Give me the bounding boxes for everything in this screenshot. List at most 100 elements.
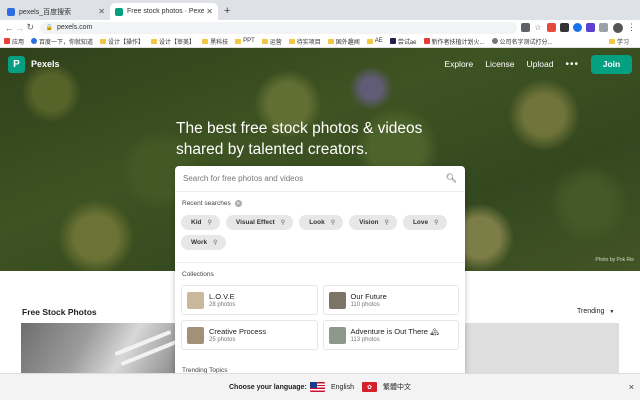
bookmark-author[interactable]: 新作者扶植计划火... (423, 37, 485, 46)
bookmark-folder[interactable]: PPT (235, 38, 255, 44)
tab-close-icon[interactable]: ✕ (206, 7, 213, 16)
folder-icon (288, 38, 295, 44)
reload-icon[interactable]: ↻ (25, 22, 36, 33)
extension-purple-icon[interactable] (586, 23, 596, 32)
pexels-favicon-icon (115, 7, 123, 16)
browser-tab-baidu[interactable]: pexels_百度搜索 ✕ (2, 3, 110, 20)
language-bar: Choose your language: English ✿ 繁體中文 × (0, 373, 640, 400)
folder-icon (327, 38, 334, 44)
recent-searches-header: Recent searches ✕ (175, 200, 465, 207)
collections-header: Collections (175, 271, 465, 278)
bookmark-star-icon[interactable]: ☆ (534, 23, 543, 32)
headline-line-1: The best free stock photos & videos (176, 120, 423, 137)
browser-menu-icon[interactable]: ⋮ (627, 22, 636, 33)
bookmark-folder[interactable]: 国外趣闻 (327, 37, 360, 46)
new-tab-button[interactable]: + (218, 3, 236, 20)
translate-extension-icon[interactable] (521, 23, 531, 32)
browser-tab-bar: pexels_百度搜索 ✕ Free stock photos · Pexels… (0, 0, 640, 20)
photo-credit[interactable]: Photo by Pok Rie (595, 257, 634, 263)
address-bar[interactable]: 🔒 pexels.com (39, 21, 518, 34)
section-title: Free Stock Photos (22, 307, 97, 317)
close-icon[interactable]: × (629, 382, 634, 392)
search-icon: ⚲ (213, 240, 218, 246)
folder-icon (366, 38, 373, 44)
language-name: 繁體中文 (383, 384, 411, 391)
collection-name: L.O.V.E (209, 292, 235, 301)
bookmark-folder[interactable]: AE (366, 38, 383, 44)
recent-chip[interactable]: Work ⚲ (181, 235, 226, 250)
extension-dark-icon[interactable] (560, 23, 570, 32)
collection-card[interactable]: L.O.V.E 28 photos (181, 285, 318, 315)
recent-chip[interactable]: Kid ⚲ (181, 215, 220, 230)
extension-red-icon[interactable] (547, 23, 557, 32)
bookmark-study[interactable]: 学习 (608, 37, 629, 46)
language-option-english[interactable]: English (310, 382, 354, 392)
bookmark-folder[interactable]: 设计【审美】 (151, 37, 195, 46)
folder-icon (151, 38, 158, 44)
recent-chip[interactable]: Visual Effect ⚲ (225, 215, 294, 230)
chip-label: Love (412, 219, 429, 226)
pexels-logo-icon[interactable]: P (8, 55, 25, 73)
bookmark-folder[interactable]: 设计【操作】 (100, 37, 144, 46)
bookmark-label: 公司名字测试打分... (499, 39, 553, 46)
bookmark-ae[interactable]: 尝试ae (389, 37, 417, 46)
collection-card[interactable]: Adventure is Out There 🏔 113 photos (322, 320, 459, 350)
nav-explore[interactable]: Explore (444, 59, 473, 69)
recent-searches-label: Recent searches (182, 200, 231, 207)
search-icon[interactable]: 🔍︎ (446, 173, 457, 184)
bookmark-label: 国外趣闻 (335, 39, 360, 46)
forward-icon[interactable]: → (15, 23, 26, 33)
tab-close-icon[interactable]: ✕ (98, 7, 105, 16)
collection-thumbnail (187, 291, 204, 309)
sort-value: Trending (577, 308, 605, 315)
recent-chip[interactable]: Look ⚲ (299, 215, 344, 230)
extension-gray-icon[interactable] (599, 23, 609, 32)
join-button[interactable]: Join (591, 54, 632, 74)
main-nav: Explore License Upload ••• Join (432, 54, 632, 74)
browser-tab-pexels[interactable]: Free stock photos · Pexels ✕ (110, 3, 218, 20)
language-option-traditional-chinese[interactable]: ✿ 繁體中文 (362, 382, 411, 392)
pexels-logo-text[interactable]: Pexels (31, 59, 60, 69)
bookmark-label: 应用 (12, 39, 25, 46)
chip-label: Work (191, 239, 208, 246)
search-icon: ⚲ (434, 220, 439, 226)
more-menu-icon[interactable]: ••• (565, 59, 579, 70)
bookmark-folder[interactable]: 运营 (261, 37, 282, 46)
bookmarks-bar: 应用 百度一下，你就知道 设计【操作】 设计【审美】 黑科技 PPT 运营 待实… (0, 35, 640, 48)
photo-thumbnail[interactable] (21, 323, 178, 375)
extension-blue-icon[interactable] (573, 23, 583, 32)
search-icon: ⚲ (207, 220, 212, 226)
recent-chip[interactable]: Love ⚲ (402, 215, 447, 230)
search-icon: ⚲ (384, 220, 389, 226)
bookmark-label: 百度一下，你就知道 (39, 39, 94, 46)
collection-card[interactable]: Creative Process 25 photos (181, 320, 318, 350)
search-dropdown: 🔍︎ Recent searches ✕ Kid ⚲ Visual Effect ⚲… (175, 166, 465, 376)
collection-name: Adventure is Out There 🏔 (350, 327, 440, 336)
collection-text: L.O.V.E 28 photos (209, 292, 235, 308)
collection-thumbnail (328, 291, 346, 309)
bookmark-label: 学习 (616, 39, 629, 46)
browser-toolbar: ← → ↻ 🔒 pexels.com ☆ ⋮ (0, 20, 640, 35)
bookmark-apps[interactable]: 应用 (4, 37, 24, 46)
collection-card[interactable]: Our Future 110 photos (322, 285, 459, 315)
bookmark-folder[interactable]: 待实项目 (288, 37, 321, 46)
recent-chip[interactable]: Vision ⚲ (349, 215, 397, 230)
collection-text: Adventure is Out There 🏔 113 photos (351, 327, 440, 343)
collection-text: Creative Process 25 photos (209, 327, 266, 343)
photo-thumbnail[interactable] (465, 323, 619, 375)
bookmark-baidu[interactable]: 百度一下，你就知道 (31, 37, 93, 46)
profile-avatar[interactable] (613, 22, 623, 33)
bookmark-name-test[interactable]: 公司名字测试打分... (491, 37, 553, 46)
search-input[interactable] (183, 174, 446, 183)
search-bar: 🔍︎ (175, 166, 465, 192)
site-header: P Pexels Explore License Upload ••• Join (0, 48, 640, 80)
sort-dropdown[interactable]: Trending ▼ (577, 308, 614, 315)
back-icon[interactable]: ← (4, 23, 15, 33)
baidu-favicon-icon (7, 7, 15, 16)
nav-upload[interactable]: Upload (527, 59, 554, 69)
clear-recent-icon[interactable]: ✕ (234, 200, 242, 207)
collection-count: 28 photos (209, 302, 236, 308)
nav-license[interactable]: License (485, 59, 514, 69)
url-text: pexels.com (56, 24, 93, 31)
bookmark-folder[interactable]: 黑科技 (202, 37, 228, 46)
